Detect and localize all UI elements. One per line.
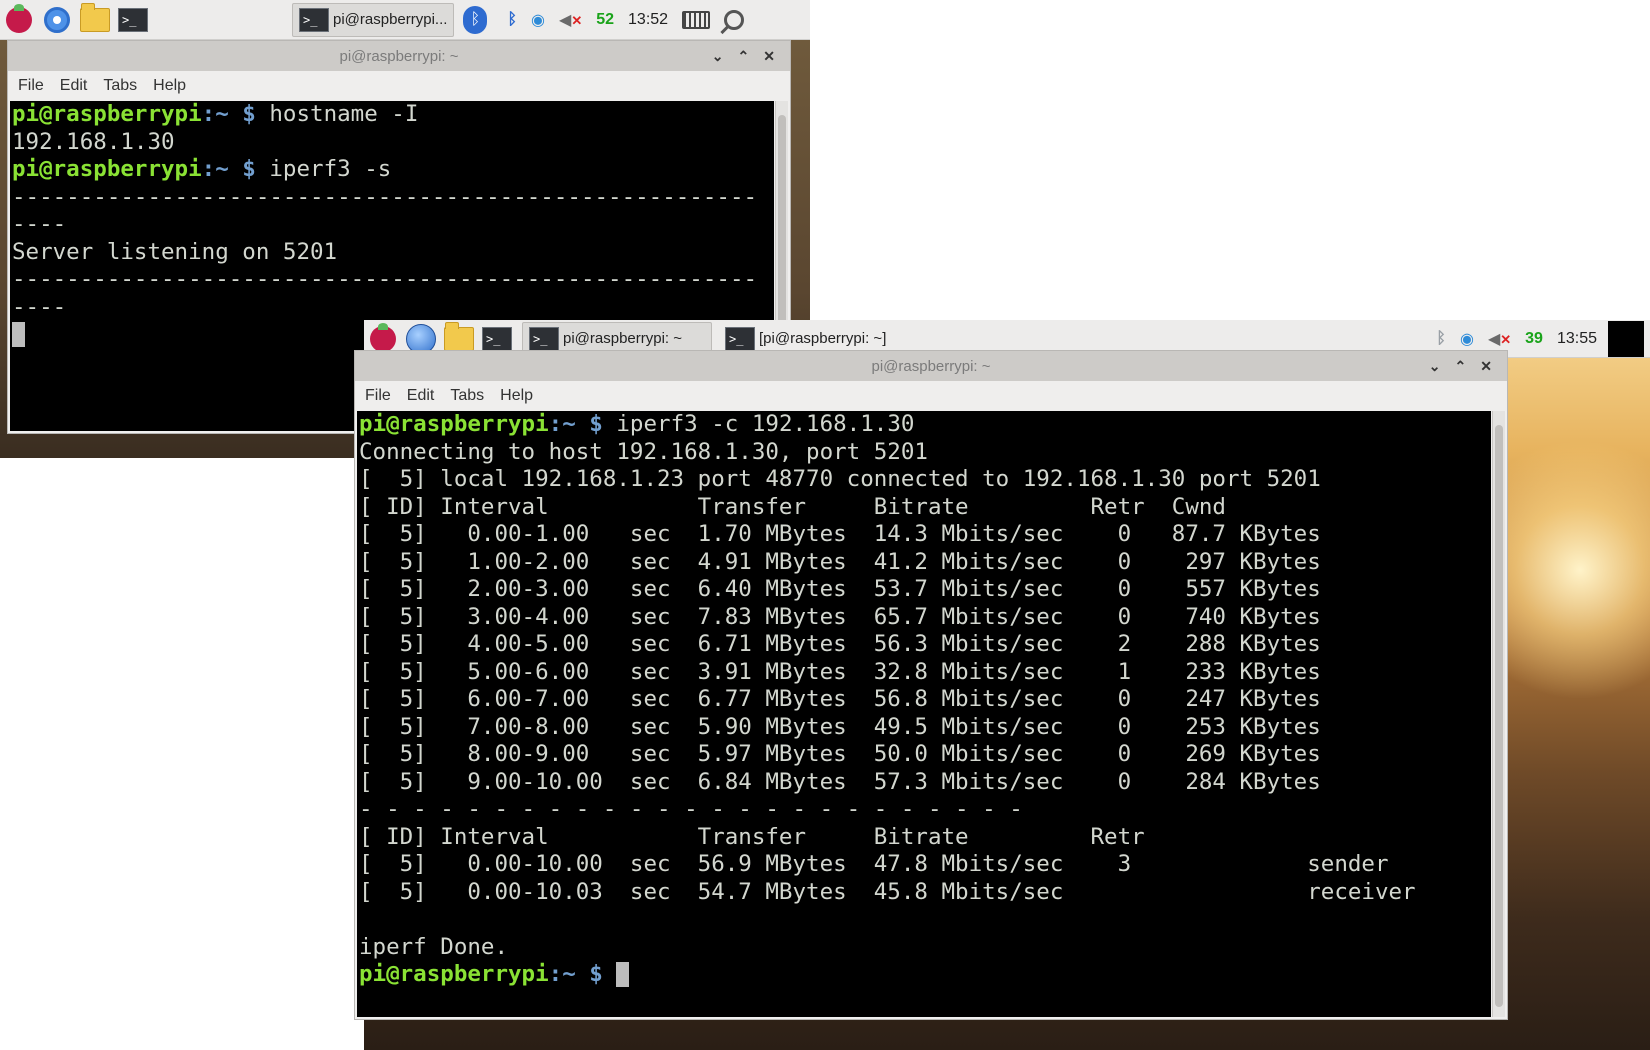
raspberry-icon (6, 3, 32, 33)
menu-help[interactable]: Help (153, 77, 186, 95)
cpu-usage: 39 (1525, 329, 1543, 347)
terminal-line: iperf Done. (359, 933, 509, 960)
browser-launcher[interactable] (406, 323, 436, 354)
terminal-line: ​ (359, 906, 1489, 934)
minimize-button[interactable]: ⌄ (712, 48, 724, 65)
terminal-line: Server listening on 5201 (12, 238, 338, 265)
keyboard-icon[interactable] (682, 10, 711, 29)
terminal-icon: >_ (529, 326, 559, 351)
terminal-window-client: pi@raspberrypi: ~ ⌄ ⌃ ✕ File Edit Tabs H… (354, 350, 1508, 1020)
terminal-line: pi@raspberrypi:~ $ (359, 961, 1489, 989)
maximize-button[interactable]: ⌃ (1455, 358, 1467, 375)
maximize-button[interactable]: ⌃ (738, 48, 750, 65)
bluetooth-icon: ᛒ (463, 5, 488, 34)
task-label: pi@raspberrypi: ~ (563, 330, 683, 347)
terminal-line: [ 5] local 192.168.1.23 port 48770 conne… (359, 466, 1321, 492)
terminal-line: 192.168.1.30 (12, 128, 175, 155)
terminal-line: [ 5] 6.00-7.00 sec 6.77 MBytes 56.8 Mbit… (359, 686, 1321, 712)
close-button[interactable]: ✕ (763, 48, 775, 65)
taskbar: >_ >_ pi@raspberrypi... ᛒ ᛒ ◉ ◀✕ 52 13:5… (0, 0, 810, 40)
raspberry-menu-button[interactable] (4, 3, 34, 35)
terminal-line: [ 5] 7.00-8.00 sec 5.90 MBytes 49.5 Mbit… (359, 713, 1321, 740)
terminal-line: [ 5] 0.00-10.00 sec 56.9 MBytes 47.8 Mbi… (359, 851, 1389, 877)
bluetooth-icon[interactable]: ᛒ (507, 11, 517, 29)
task-label: [pi@raspberrypi: ~] (759, 330, 887, 347)
clock[interactable]: 13:52 (628, 11, 668, 29)
menu-file[interactable]: File (18, 77, 44, 95)
cpu-usage: 52 (596, 10, 615, 28)
scrollbar[interactable] (1492, 411, 1505, 1017)
folder-icon (444, 321, 474, 351)
terminal-line: [ 5] 2.00-3.00 sec 6.40 MBytes 53.7 Mbit… (359, 576, 1321, 602)
magnifier-icon[interactable] (724, 9, 745, 30)
terminal-line: [ 5] 8.00-9.00 sec 5.97 MBytes 50.0 Mbit… (359, 741, 1321, 767)
raspberry-icon (370, 322, 396, 352)
terminal-line: ----------------------------------------… (12, 183, 758, 210)
terminal-icon: >_ (299, 7, 329, 32)
browser-launcher[interactable] (42, 5, 72, 35)
terminal-output[interactable]: pi@raspberrypi:~ $ iperf3 -c 192.168.1.3… (357, 411, 1491, 1017)
terminal-line: [ 5] 0.00-1.00 sec 1.70 MBytes 14.3 Mbit… (359, 521, 1321, 547)
terminal-line: pi@raspberrypi:~ $ iperf3 -c 192.168.1.3… (359, 411, 915, 437)
terminal-line: [ 5] 4.00-5.00 sec 6.71 MBytes 56.3 Mbit… (359, 631, 1321, 657)
terminal-line: ---- (12, 293, 67, 320)
terminal-icon: >_ (725, 326, 755, 351)
tray-black-square (1608, 320, 1644, 357)
volume-muted-icon[interactable]: ◀✕ (1488, 329, 1511, 349)
scrollbar-thumb[interactable] (1495, 425, 1503, 1007)
bluetooth-icon[interactable]: ᛒ (1436, 330, 1446, 348)
wifi-icon[interactable]: ◉ (531, 10, 545, 30)
text-cursor (616, 962, 630, 987)
terminal-line: [ 5] 0.00-10.03 sec 54.7 MBytes 45.8 Mbi… (359, 878, 1416, 905)
menu-edit[interactable]: Edit (60, 77, 88, 95)
terminal-line: [ 5] 1.00-2.00 sec 4.91 MBytes 41.2 Mbit… (359, 548, 1321, 575)
terminal-line: pi@raspberrypi:~ $ iperf3 -s (12, 156, 392, 182)
window-controls: ⌄ ⌃ ✕ (1422, 351, 1499, 381)
wifi-icon[interactable]: ◉ (1460, 329, 1474, 349)
menubar: File Edit Tabs Help (8, 71, 790, 101)
chromium-icon (44, 6, 70, 33)
terminal-icon: >_ (482, 326, 512, 351)
terminal-launcher[interactable]: >_ (482, 324, 512, 354)
clock[interactable]: 13:55 (1557, 330, 1597, 348)
terminal-line: ----------------------------------------… (12, 266, 758, 292)
system-tray: ᛒ ◉ ◀✕ 52 13:52 (500, 9, 751, 30)
terminal-icon: >_ (118, 7, 148, 32)
terminal-line: [ 5] 3.00-4.00 sec 7.83 MBytes 65.7 Mbit… (359, 603, 1321, 630)
window-title: pi@raspberrypi: ~ (339, 47, 459, 65)
raspberry-menu-button[interactable] (368, 322, 398, 354)
volume-muted-icon[interactable]: ◀✕ (559, 10, 582, 30)
folder-icon (80, 2, 110, 32)
menu-tabs[interactable]: Tabs (450, 387, 484, 405)
bluetooth-tray-button[interactable]: ᛒ (460, 5, 490, 35)
file-manager-launcher[interactable] (444, 321, 474, 354)
window-title: pi@raspberrypi: ~ (871, 357, 991, 375)
menu-help[interactable]: Help (500, 387, 533, 405)
minimize-button[interactable]: ⌄ (1429, 358, 1441, 375)
menu-file[interactable]: File (365, 387, 391, 405)
menu-edit[interactable]: Edit (407, 387, 435, 405)
terminal-line: [ 5] 5.00-6.00 sec 3.91 MBytes 32.8 Mbit… (359, 658, 1321, 685)
terminal-line: [ ID] Interval Transfer Bitrate Retr Cwn… (359, 493, 1226, 520)
menu-tabs[interactable]: Tabs (103, 77, 137, 95)
window-titlebar[interactable]: pi@raspberrypi: ~ ⌄ ⌃ ✕ (8, 41, 790, 71)
task-label: pi@raspberrypi... (333, 11, 448, 28)
terminal-line: [ 5] 9.00-10.00 sec 6.84 MBytes 57.3 Mbi… (359, 768, 1321, 795)
terminal-launcher[interactable]: >_ (118, 5, 148, 35)
terminal-line: - - - - - - - - - - - - - - - - - - - - … (359, 796, 1023, 822)
text-cursor (12, 322, 25, 347)
menubar: File Edit Tabs Help (355, 381, 1507, 411)
window-titlebar[interactable]: pi@raspberrypi: ~ ⌄ ⌃ ✕ (355, 351, 1507, 381)
globe-icon (406, 323, 436, 354)
taskbar-window-terminal[interactable]: >_ pi@raspberrypi... (292, 2, 455, 37)
file-manager-launcher[interactable] (80, 2, 110, 35)
terminal-line: ---- (12, 211, 67, 237)
terminal-line: Connecting to host 192.168.1.30, port 52… (359, 438, 928, 465)
close-button[interactable]: ✕ (1480, 358, 1492, 375)
window-controls: ⌄ ⌃ ✕ (705, 41, 782, 71)
terminal-line: [ ID] Interval Transfer Bitrate Retr (359, 823, 1145, 850)
terminal-line: pi@raspberrypi:~ $ hostname -I (12, 101, 419, 127)
